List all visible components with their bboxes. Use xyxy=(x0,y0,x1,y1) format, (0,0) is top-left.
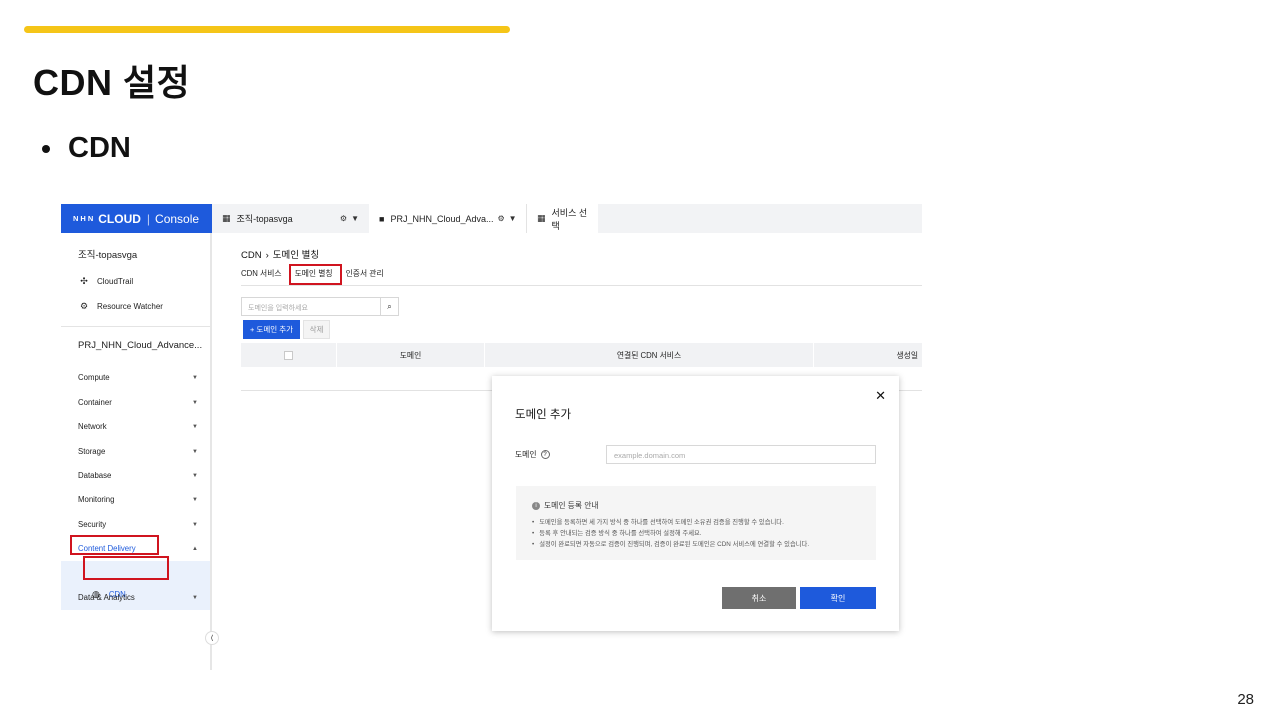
category-label: Database xyxy=(78,471,112,480)
domain-search-input[interactable]: 도메인을 입력하세요 xyxy=(241,297,381,316)
tab-cdn-service[interactable]: CDN 서비스 xyxy=(241,268,282,285)
category-label: Storage xyxy=(78,447,106,456)
modal-title: 도메인 추가 xyxy=(515,409,572,421)
chevron-right-icon: › xyxy=(265,250,269,261)
category-label: Container xyxy=(78,398,112,407)
caret-down-icon[interactable]: ▼ xyxy=(509,214,517,223)
highlight-box-cdn xyxy=(83,556,169,580)
caret-down-icon[interactable]: ▼ xyxy=(351,214,359,223)
add-domain-button[interactable]: + 도메인 추가 xyxy=(243,320,300,339)
bullet-item: CDN xyxy=(42,132,131,165)
info-item: 등록 후 안내되는 검증 방식 중 하나를 선택하여 설정해 주세요. xyxy=(532,528,809,539)
sidebar: 조직-topasvga ✣ CloudTrail ⚙ Resource Watc… xyxy=(61,233,212,670)
info-title-text: 도메인 등록 안내 xyxy=(544,501,599,510)
chevron-down-icon: ▼ xyxy=(192,521,198,528)
logo-console: Console xyxy=(155,211,200,226)
resource-watcher-icon: ⚙ xyxy=(79,301,89,311)
gear-icon[interactable]: ⚙ xyxy=(340,214,347,223)
cloudtrail-icon: ✣ xyxy=(80,276,88,286)
tab-divider xyxy=(241,285,922,286)
sidebar-item-resource-watcher[interactable]: ⚙ Resource Watcher xyxy=(78,301,163,312)
breadcrumb: CDN › 도메인 별칭 xyxy=(241,247,319,261)
logo-nhn: NHN xyxy=(73,214,96,223)
info-icon: i xyxy=(532,501,540,510)
project-selector-label: PRJ_NHN_Cloud_Adva... xyxy=(390,213,494,224)
table-header: 도메인 연결된 CDN 서비스 생성일 xyxy=(241,343,922,367)
add-domain-modal: ✕ 도메인 추가 도메인 ? example.domain.com i 도메인 … xyxy=(492,376,899,631)
service-select-tab[interactable]: ▦ 서비스 선택 xyxy=(526,204,598,233)
sidebar-divider xyxy=(61,326,210,327)
select-all-checkbox[interactable] xyxy=(284,350,293,360)
chevron-down-icon: ▼ xyxy=(192,472,198,479)
slide-title: CDN 설정 xyxy=(33,62,191,103)
category-label: Data & Analytics xyxy=(78,593,135,602)
bullet-dot-icon xyxy=(42,144,50,153)
chevron-down-icon: ▼ xyxy=(192,496,198,503)
search-icon: ⌕ xyxy=(387,301,392,311)
column-header-domain[interactable]: 도메인 xyxy=(337,343,485,367)
sidebar-category-storage[interactable]: Storage ▼ xyxy=(78,447,198,456)
chevron-down-icon: ▼ xyxy=(192,448,198,455)
highlight-box-domain-alias-tab xyxy=(289,264,342,285)
domain-field-label-text: 도메인 xyxy=(515,450,537,459)
sidebar-category-security[interactable]: Security ▼ xyxy=(78,520,198,529)
bullet-text: CDN xyxy=(68,132,131,164)
sidebar-org-name[interactable]: 조직-topasvga xyxy=(78,247,137,261)
info-item: 설정이 완료되면 자동으로 검증이 진행되며, 검증이 완료된 도메인은 CDN… xyxy=(532,539,809,550)
domain-field-label: 도메인 ? xyxy=(515,449,550,460)
sidebar-item-label: Resource Watcher xyxy=(97,302,163,311)
info-item: 도메인을 등록하면 세 가지 방식 중 하나를 선택하여 도메인 소유권 검증을… xyxy=(532,517,809,528)
sidebar-category-network[interactable]: Network ▼ xyxy=(78,422,198,431)
gear-icon[interactable]: ⚙ xyxy=(498,214,505,223)
sidebar-category-data-analytics[interactable]: Data & Analytics ▼ xyxy=(78,593,198,602)
sidebar-category-monitoring[interactable]: Monitoring ▼ xyxy=(78,495,198,504)
folder-icon: ■ xyxy=(379,213,385,224)
delete-button[interactable]: 삭제 xyxy=(303,320,330,339)
search-button[interactable]: ⌕ xyxy=(381,297,399,316)
top-navigation: ▦ 조직-topasvga ⚙ ▼ ■ PRJ_NHN_Cloud_Adva..… xyxy=(212,204,922,233)
sidebar-category-database[interactable]: Database ▼ xyxy=(78,471,198,480)
logo-separator: | xyxy=(146,211,151,226)
category-label: Monitoring xyxy=(78,495,115,504)
chevron-down-icon: ▼ xyxy=(192,374,198,381)
chevron-down-icon: ▼ xyxy=(192,423,198,430)
sidebar-item-cloudtrail[interactable]: ✣ CloudTrail xyxy=(78,276,133,287)
highlight-box-content-delivery xyxy=(70,535,159,555)
tab-certificate[interactable]: 인증서 관리 xyxy=(346,268,384,285)
org-selector-label: 조직-topasvga xyxy=(236,214,293,224)
org-selector-tab[interactable]: ▦ 조직-topasvga ⚙ ▼ xyxy=(212,204,369,233)
sidebar-project-name[interactable]: PRJ_NHN_Cloud_Advance... xyxy=(78,340,202,351)
category-label: Compute xyxy=(78,373,110,382)
column-header-cdn-service[interactable]: 연결된 CDN 서비스 xyxy=(485,343,814,367)
logo-cloud: CLOUD xyxy=(98,211,141,226)
accent-bar xyxy=(24,26,510,33)
category-label: Security xyxy=(78,520,107,529)
help-icon[interactable]: ? xyxy=(540,450,550,459)
domain-input[interactable]: example.domain.com xyxy=(606,445,876,464)
info-box: i 도메인 등록 안내 도메인을 등록하면 세 가지 방식 중 하나를 선택하여… xyxy=(516,486,876,560)
chevron-down-icon: ▼ xyxy=(192,399,198,406)
breadcrumb-root[interactable]: CDN xyxy=(241,250,262,261)
slide: CDN 설정 CDN NHN CLOUD | Console ▦ 조직-topa… xyxy=(0,0,1280,720)
category-label: Network xyxy=(78,422,107,431)
sidebar-item-label: CloudTrail xyxy=(97,277,134,286)
chevron-down-icon: ▼ xyxy=(192,594,198,601)
service-select-label: 서비스 선택 xyxy=(551,207,588,231)
sidebar-category-container[interactable]: Container ▼ xyxy=(78,398,198,407)
sidebar-category-compute[interactable]: Compute ▼ xyxy=(78,373,198,382)
select-all-checkbox-cell xyxy=(241,343,337,367)
close-icon[interactable]: ✕ xyxy=(875,388,886,404)
chevron-up-icon: ▲ xyxy=(192,545,198,552)
page-number: 28 xyxy=(1237,691,1254,708)
cancel-button[interactable]: 취소 xyxy=(722,587,796,609)
info-list: 도메인을 등록하면 세 가지 방식 중 하나를 선택하여 도메인 소유권 검증을… xyxy=(532,517,809,550)
project-selector-tab[interactable]: ■ PRJ_NHN_Cloud_Adva... ⚙ ▼ xyxy=(369,204,526,233)
console-logo[interactable]: NHN CLOUD | Console xyxy=(61,204,212,233)
confirm-button[interactable]: 확인 xyxy=(800,587,876,609)
building-icon: ▦ xyxy=(222,213,231,223)
info-title: i 도메인 등록 안내 xyxy=(532,500,599,511)
column-header-created[interactable]: 생성일 xyxy=(814,343,922,367)
breadcrumb-current: 도메인 별칭 xyxy=(272,250,320,261)
grid-icon: ▦ xyxy=(537,213,546,223)
